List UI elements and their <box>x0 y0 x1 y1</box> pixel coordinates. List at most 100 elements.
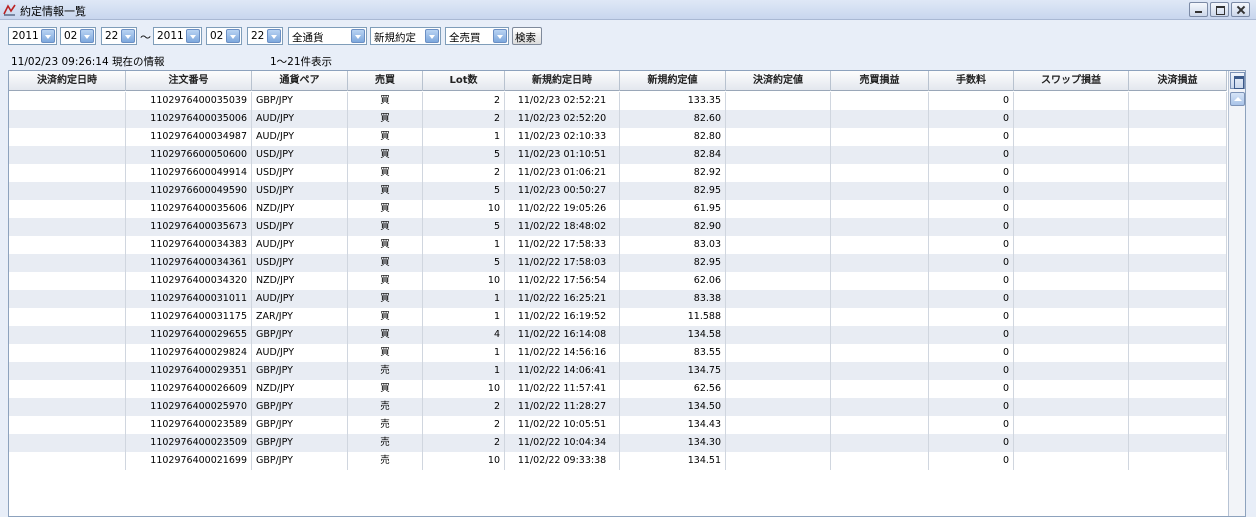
column-header-open-price[interactable]: 新規約定値 <box>620 71 726 91</box>
table-row[interactable]: 1102976400021699 GBP/JPY 売 10 11/02/22 09:33… <box>9 452 1227 470</box>
cell-trade-pl <box>831 272 929 290</box>
cell-settle-price <box>726 398 831 416</box>
cell-swap-pl <box>1014 290 1129 308</box>
table-row[interactable]: 1102976600049914 USD/JPY 買 2 11/02/23 01:06:… <box>9 164 1227 182</box>
column-header-settle-price[interactable]: 決済約定値 <box>726 71 831 91</box>
cell-trade-pl <box>831 110 929 128</box>
table-row[interactable]: 1102976400031011 AUD/JPY 買 1 11/02/22 16:25:… <box>9 290 1227 308</box>
table-row[interactable]: 1102976400031175 ZAR/JPY 買 1 11/02/22 16:19:… <box>9 308 1227 326</box>
cell-commission: 0 <box>929 218 1014 236</box>
table-row[interactable]: 1102976400029824 AUD/JPY 買 1 11/02/22 14:56:… <box>9 344 1227 362</box>
table-row[interactable]: 1102976400034383 AUD/JPY 買 1 11/02/22 17:58:… <box>9 236 1227 254</box>
cell-trade-pl <box>831 452 929 470</box>
cell-settle-pl <box>1129 236 1227 254</box>
column-header-side[interactable]: 売買 <box>348 71 423 91</box>
trade-type-select[interactable]: 新規約定 <box>370 27 441 45</box>
column-header-swap-pl[interactable]: スワップ損益 <box>1014 71 1129 91</box>
column-header-currency-pair[interactable]: 通貨ペア <box>252 71 348 91</box>
chevron-down-icon <box>351 29 365 43</box>
cell-lots: 2 <box>423 164 505 182</box>
to-year-select[interactable]: 2011 <box>153 27 202 45</box>
cell-settle-pl <box>1129 380 1227 398</box>
currency-select[interactable]: 全通貨 <box>288 27 367 45</box>
table-row[interactable]: 1102976400035673 USD/JPY 買 5 11/02/22 18:48:… <box>9 218 1227 236</box>
column-header-order-number[interactable]: 注文番号 <box>126 71 252 91</box>
table-row[interactable]: 1102976400029655 GBP/JPY 買 4 11/02/22 16:14:… <box>9 326 1227 344</box>
table-row[interactable]: 1102976400034361 USD/JPY 買 5 11/02/22 17:58:… <box>9 254 1227 272</box>
table-row[interactable]: 1102976400025970 GBP/JPY 売 2 11/02/22 11:28:… <box>9 398 1227 416</box>
cell-commission: 0 <box>929 272 1014 290</box>
cell-swap-pl <box>1014 182 1129 200</box>
chevron-down-icon <box>493 29 507 43</box>
cell-settle-price <box>726 326 831 344</box>
chevron-down-icon <box>267 29 281 43</box>
cell-settle-datetime <box>9 218 126 236</box>
cell-settle-datetime <box>9 272 126 290</box>
table-row[interactable]: 1102976400034320 NZD/JPY 買 10 11/02/22 17:56… <box>9 272 1227 290</box>
cell-open-datetime: 11/02/22 16:14:08 <box>505 326 620 344</box>
from-day-select[interactable]: 22 <box>101 27 137 45</box>
chevron-down-icon <box>41 29 55 43</box>
to-day-select[interactable]: 22 <box>247 27 283 45</box>
cell-settle-price <box>726 200 831 218</box>
cell-settle-datetime <box>9 452 126 470</box>
cell-lots: 5 <box>423 182 505 200</box>
cell-trade-pl <box>831 164 929 182</box>
column-header-open-datetime[interactable]: 新規約定日時 <box>505 71 620 91</box>
cell-currency-pair: GBP/JPY <box>252 362 348 380</box>
cell-commission: 0 <box>929 380 1014 398</box>
window-title: 約定情報一覧 <box>20 5 86 18</box>
to-month-select[interactable]: 02 <box>206 27 242 45</box>
cell-order-number: 1102976400026609 <box>126 380 252 398</box>
cell-settle-pl <box>1129 128 1227 146</box>
cell-side: 買 <box>348 308 423 326</box>
table-row[interactable]: 1102976400029351 GBP/JPY 売 1 11/02/22 14:06:… <box>9 362 1227 380</box>
column-header-settle-datetime[interactable]: 決済約定日時 <box>9 71 126 91</box>
table-row[interactable]: 1102976400023509 GBP/JPY 売 2 11/02/22 10:04:… <box>9 434 1227 452</box>
search-button[interactable]: 検索 <box>512 27 542 45</box>
cell-swap-pl <box>1014 308 1129 326</box>
cell-settle-price <box>726 254 831 272</box>
scroll-up-icon[interactable] <box>1230 92 1245 106</box>
close-button[interactable] <box>1231 2 1250 17</box>
cell-lots: 10 <box>423 200 505 218</box>
cell-commission: 0 <box>929 326 1014 344</box>
maximize-button[interactable] <box>1210 2 1229 17</box>
cell-currency-pair: GBP/JPY <box>252 452 348 470</box>
vertical-scrollbar[interactable] <box>1228 71 1245 516</box>
table-row[interactable]: 1102976400034987 AUD/JPY 買 1 11/02/23 02:10:… <box>9 128 1227 146</box>
column-header-lots[interactable]: Lot数 <box>423 71 505 91</box>
cell-open-datetime: 11/02/23 01:10:51 <box>505 146 620 164</box>
table-row[interactable]: 1102976400035606 NZD/JPY 買 10 11/02/22 19:05… <box>9 200 1227 218</box>
cell-currency-pair: NZD/JPY <box>252 272 348 290</box>
side-select[interactable]: 全売買 <box>445 27 509 45</box>
cell-trade-pl <box>831 326 929 344</box>
table-row[interactable]: 1102976400035006 AUD/JPY 買 2 11/02/23 02:52:… <box>9 110 1227 128</box>
minimize-button[interactable] <box>1189 2 1208 17</box>
from-month-select[interactable]: 02 <box>60 27 96 45</box>
cell-commission: 0 <box>929 344 1014 362</box>
column-header-commission[interactable]: 手数料 <box>929 71 1014 91</box>
cell-open-price: 134.43 <box>620 416 726 434</box>
table-row[interactable]: 1102976600049590 USD/JPY 買 5 11/02/23 00:50:… <box>9 182 1227 200</box>
cell-lots: 5 <box>423 218 505 236</box>
column-chooser-icon[interactable] <box>1230 72 1245 89</box>
cell-side: 買 <box>348 110 423 128</box>
cell-trade-pl <box>831 416 929 434</box>
table-row[interactable]: 1102976400023589 GBP/JPY 売 2 11/02/22 10:05:… <box>9 416 1227 434</box>
cell-settle-datetime <box>9 164 126 182</box>
column-header-settle-pl[interactable]: 決済損益 <box>1129 71 1227 91</box>
from-year-select[interactable]: 2011 <box>8 27 57 45</box>
cell-settle-price <box>726 272 831 290</box>
cell-side: 売 <box>348 452 423 470</box>
cell-lots: 1 <box>423 290 505 308</box>
cell-trade-pl <box>831 344 929 362</box>
cell-trade-pl <box>831 146 929 164</box>
cell-trade-pl <box>831 254 929 272</box>
cell-open-price: 83.55 <box>620 344 726 362</box>
table-row[interactable]: 1102976400035039 GBP/JPY 買 2 11/02/23 02:52:… <box>9 92 1227 110</box>
table-row[interactable]: 1102976600050600 USD/JPY 買 5 11/02/23 01:10:… <box>9 146 1227 164</box>
table-row[interactable]: 1102976400026609 NZD/JPY 買 10 11/02/22 11:57… <box>9 380 1227 398</box>
column-header-trade-pl[interactable]: 売買損益 <box>831 71 929 91</box>
cell-open-datetime: 11/02/22 14:06:41 <box>505 362 620 380</box>
